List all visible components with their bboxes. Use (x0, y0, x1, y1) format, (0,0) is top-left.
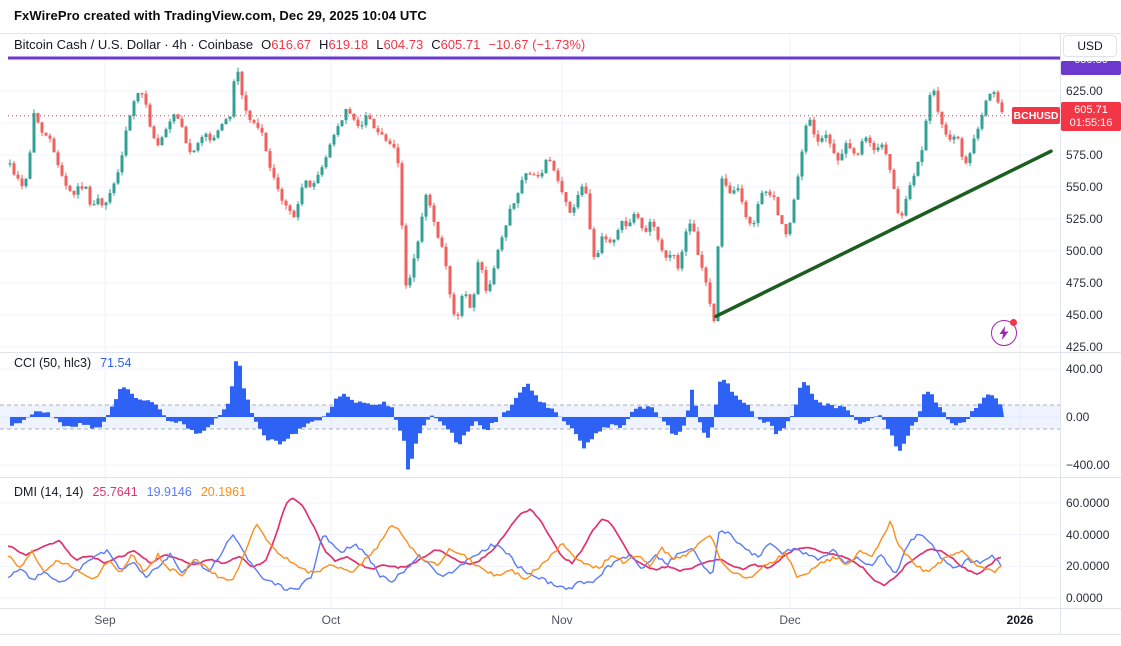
price-tick-label: 450.00 (1066, 308, 1103, 322)
ohlc-low: L 604.73 (376, 37, 424, 52)
time-axis-label: 2026 (1006, 613, 1034, 627)
cci-value: 71.54 (100, 356, 132, 370)
price-tick-label: 425.00 (1066, 340, 1103, 354)
time-axis-separator (0, 608, 1121, 609)
change-value: −10.67 (−1.73%) (488, 37, 586, 52)
cci-tick-label: 400.00 (1066, 362, 1103, 376)
dmi-name: DMI (14, 14) (14, 485, 84, 499)
time-axis-label: Sep (94, 613, 116, 627)
cci-tick-label: 0.00 (1066, 410, 1090, 424)
panel-separator-cci[interactable] (0, 352, 1121, 353)
price-tick-label: 525.00 (1066, 212, 1103, 226)
price-tick-label: 550.00 (1066, 180, 1103, 194)
cci-tick-label: −400.00 (1066, 458, 1110, 472)
current-price-value: 605.71 (1074, 103, 1108, 116)
dmi-tick-label: 0.0000 (1066, 591, 1103, 605)
symbol-title: Bitcoin Cash / U.S. Dollar · 4h · Coinba… (14, 37, 254, 52)
time-axis-label: Nov (551, 613, 573, 627)
current-price-label: 605.71 01:55:16 (1061, 102, 1121, 131)
purple-line-price-label: 650.80 (1061, 61, 1121, 75)
dmi-tick-label: 40.0000 (1066, 527, 1110, 542)
bottom-separator (0, 634, 1121, 635)
dmi-tick-label: 60.0000 (1066, 495, 1110, 510)
time-axis-label: Oct (321, 613, 341, 627)
ohlc-high: H 619.18 (319, 37, 369, 52)
chart-canvas[interactable] (0, 0, 1121, 646)
price-tick-label: 475.00 (1066, 276, 1103, 290)
header-separator (0, 33, 1121, 34)
notification-dot (1010, 319, 1017, 326)
price-flag-symbol: BCHUSD (1012, 107, 1060, 124)
currency-tab[interactable]: USD (1063, 35, 1117, 57)
bar-countdown: 01:55:16 (1069, 116, 1113, 129)
lightning-icon[interactable] (991, 319, 1017, 346)
symbol-legend[interactable]: Bitcoin Cash / U.S. Dollar · 4h · Coinba… (14, 37, 585, 52)
panel-separator-dmi[interactable] (0, 477, 1121, 478)
dmi-legend[interactable]: DMI (14, 14) 25.7641 19.9146 20.1961 (14, 485, 246, 499)
price-tick-label: 625.00 (1066, 84, 1103, 98)
price-tick-label: 500.00 (1066, 244, 1103, 258)
time-axis-label: Dec (779, 613, 801, 627)
ohlc-close: C 605.71 (431, 37, 481, 52)
dmi-minus-di-value: 20.1961 (200, 485, 247, 499)
cci-name: CCI (50, hlc3) (14, 356, 92, 370)
dmi-tick-label: 20.0000 (1066, 559, 1110, 574)
lightning-bolt-glyph (999, 326, 1009, 340)
ohlc-open: O 616.67 (261, 37, 312, 52)
dmi-adx-value: 25.7641 (92, 485, 138, 499)
price-tick-label: 575.00 (1066, 148, 1103, 162)
dmi-plus-di-value: 19.9146 (146, 485, 192, 499)
cci-legend[interactable]: CCI (50, hlc3) 71.54 (14, 356, 131, 370)
